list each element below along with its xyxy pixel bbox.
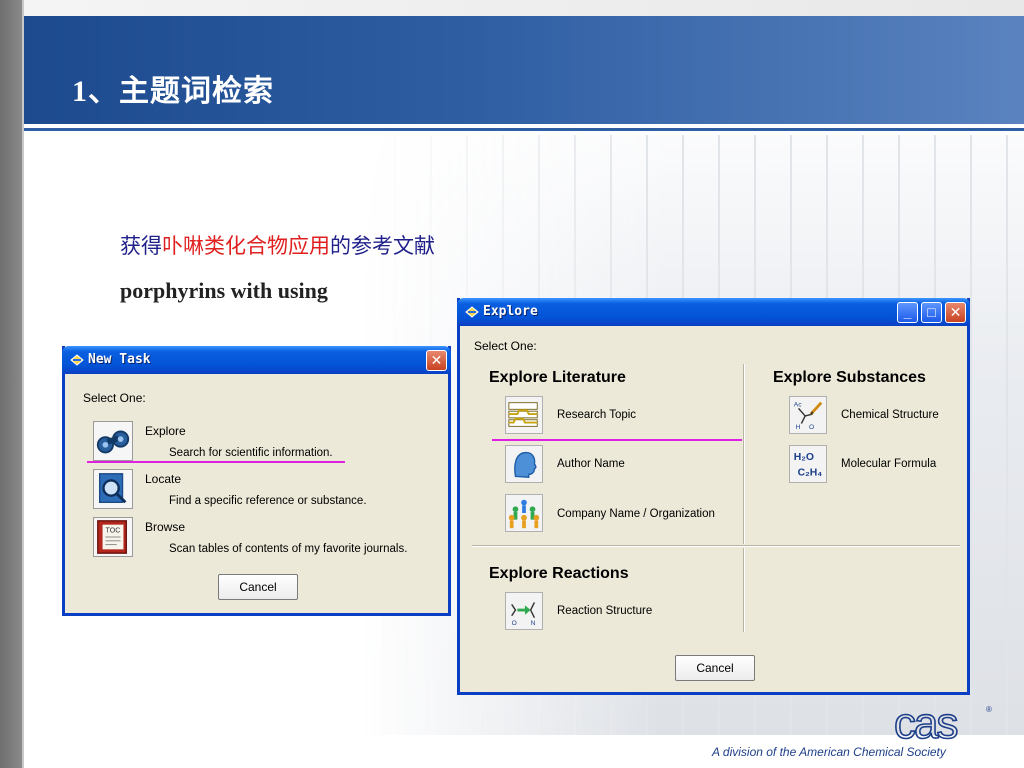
author-head-icon	[514, 451, 537, 479]
binoculars-icon	[96, 430, 130, 454]
cas-logo-text: cas	[894, 702, 957, 742]
slide-title: 1、主题词检索	[72, 75, 274, 108]
explore-task-desc: Search for scientific information.	[169, 447, 333, 459]
svg-text:Ac: Ac	[794, 401, 802, 408]
company-name-label[interactable]: Company Name / Organization	[557, 508, 715, 520]
caption-suffix: 的参考文献	[330, 234, 435, 258]
select-one-label: Select One:	[474, 339, 537, 353]
chemical-structure-button[interactable]: Ac H O	[789, 396, 827, 434]
vertical-divider-top	[743, 364, 744, 544]
magnifier-document-icon	[98, 473, 127, 504]
cancel-button[interactable]: Cancel	[675, 655, 755, 681]
left-stripe	[0, 0, 22, 768]
browse-task-desc: Scan tables of contents of my favorite j…	[169, 543, 408, 555]
scifinder-app-icon	[70, 354, 84, 366]
explore-task-title[interactable]: Explore	[145, 424, 186, 438]
svg-text:H: H	[796, 424, 801, 431]
minimize-icon: _	[903, 304, 912, 320]
close-icon: ✕	[949, 304, 962, 320]
header-rule	[24, 128, 1024, 131]
toc-book-icon: TOC	[97, 520, 128, 554]
svg-text:O: O	[512, 620, 517, 627]
svg-text:N: N	[531, 620, 536, 627]
explore-substances-heading: Explore Substances	[773, 369, 926, 386]
locate-task-button[interactable]	[93, 469, 133, 509]
browse-task-title[interactable]: Browse	[145, 520, 185, 534]
locate-task-desc: Find a specific reference or substance.	[169, 495, 367, 507]
chemical-structure-icon: Ac H O	[794, 401, 823, 431]
company-name-button[interactable]	[505, 494, 543, 532]
svg-text:O: O	[809, 424, 814, 431]
new-task-window: New Task ✕ Select One: Explore Search fo…	[62, 346, 451, 616]
explore-annotation-underline	[87, 461, 345, 463]
toc-icon-text: TOC	[106, 526, 121, 534]
explore-reactions-heading: Explore Reactions	[489, 565, 629, 582]
formula-line1: H₂O	[794, 452, 814, 463]
footer-tagline: A division of the American Chemical Soci…	[712, 745, 946, 759]
explore-title: Explore	[483, 304, 538, 319]
molecular-formula-label[interactable]: Molecular Formula	[841, 458, 936, 470]
research-topic-icon	[508, 402, 538, 427]
explore-body: Select One: Explore Literature Research …	[460, 326, 967, 692]
cancel-button[interactable]: Cancel	[218, 574, 298, 600]
reaction-structure-button[interactable]: O N	[505, 592, 543, 630]
explore-window: Explore _ □ ✕ Select One: Explore Litera…	[457, 298, 970, 695]
new-task-body: Select One: Explore Search for scientifi…	[65, 374, 448, 613]
close-button[interactable]: ✕	[945, 302, 966, 323]
cas-logo: cas ®	[894, 702, 992, 742]
research-topic-button[interactable]	[505, 396, 543, 434]
reaction-structure-label[interactable]: Reaction Structure	[557, 605, 652, 617]
maximize-icon: □	[927, 304, 936, 320]
vertical-divider-bottom	[743, 548, 744, 632]
browse-task-button[interactable]: TOC	[93, 517, 133, 557]
explore-task-button[interactable]	[93, 421, 133, 461]
formula-line2: C₂H₄	[798, 467, 823, 478]
locate-task-title[interactable]: Locate	[145, 472, 181, 486]
research-topic-label[interactable]: Research Topic	[557, 409, 636, 421]
minimize-button[interactable]: _	[897, 302, 918, 323]
svg-text:®: ®	[986, 705, 992, 714]
chemical-structure-label[interactable]: Chemical Structure	[841, 409, 939, 421]
select-one-label: Select One:	[83, 391, 146, 405]
close-icon: ✕	[430, 352, 443, 368]
caption-chinese: 获得卟啉类化合物应用的参考文献	[120, 230, 435, 260]
new-task-titlebar[interactable]: New Task ✕	[62, 346, 451, 374]
research-topic-annotation-underline	[492, 439, 742, 441]
caption-highlight: 卟啉类化合物应用	[162, 234, 330, 258]
close-button[interactable]: ✕	[426, 350, 447, 371]
molecular-formula-icon: H₂O C₂H₄	[794, 452, 823, 478]
explore-titlebar[interactable]: Explore _ □ ✕	[457, 298, 970, 326]
reaction-structure-icon: O N	[511, 602, 536, 627]
caption-english: porphyrins with using	[120, 278, 328, 303]
header-top-strip	[24, 0, 1024, 16]
scifinder-app-icon	[465, 306, 479, 318]
maximize-button[interactable]: □	[921, 302, 942, 323]
explore-literature-heading: Explore Literature	[489, 369, 626, 386]
author-name-button[interactable]	[505, 445, 543, 483]
caption-prefix: 获得	[120, 234, 162, 258]
organization-people-icon	[508, 499, 540, 529]
author-name-label[interactable]: Author Name	[557, 458, 625, 470]
horizontal-divider	[472, 545, 960, 546]
new-task-title: New Task	[88, 352, 151, 367]
molecular-formula-button[interactable]: H₂O C₂H₄	[789, 445, 827, 483]
